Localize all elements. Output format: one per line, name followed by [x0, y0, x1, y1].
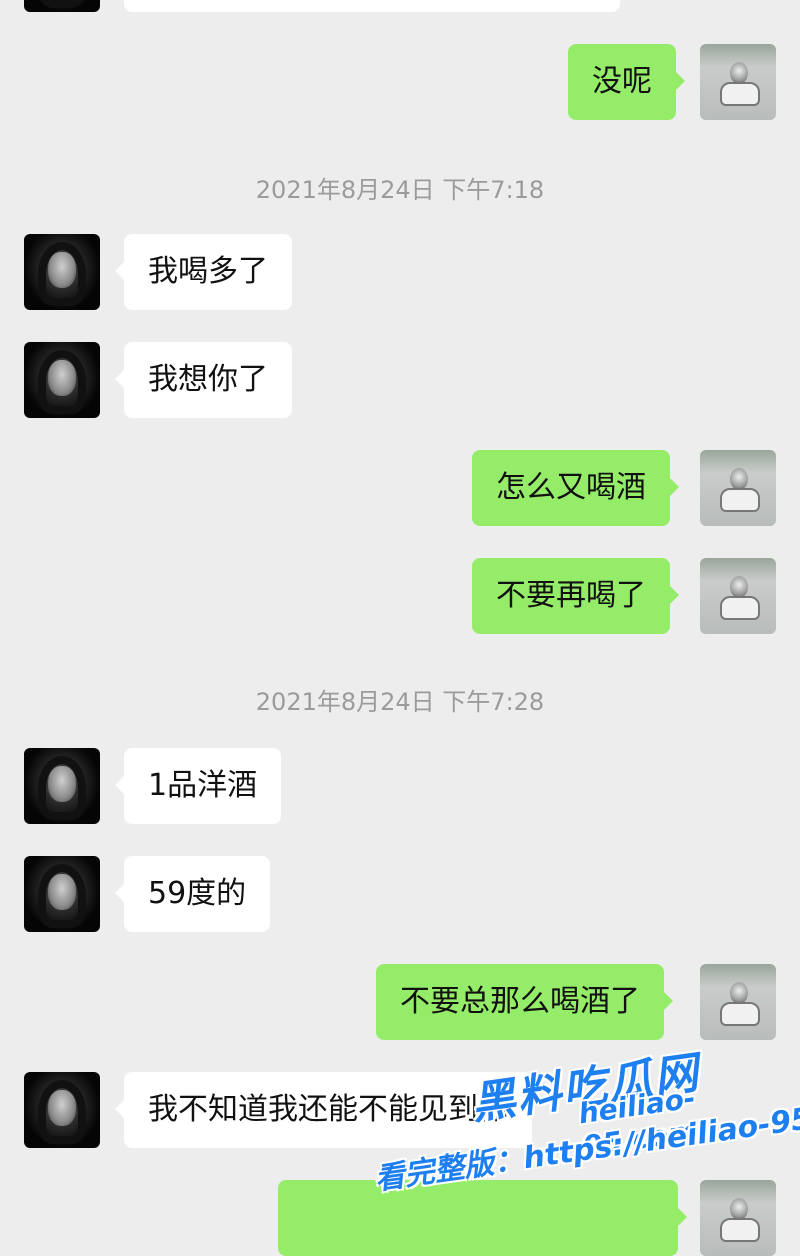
avatar-kid — [730, 576, 748, 598]
message-bubble-outgoing[interactable]: 不要总那么喝酒了 — [376, 964, 673, 1040]
avatar-face — [48, 360, 76, 396]
message-text: 我想你了 — [148, 362, 268, 397]
avatar-car — [720, 82, 760, 106]
my-avatar[interactable] — [700, 1180, 776, 1256]
my-avatar[interactable] — [700, 964, 776, 1040]
avatar-kid — [730, 982, 748, 1004]
contact-avatar[interactable] — [24, 748, 100, 824]
avatar-kid — [730, 468, 748, 490]
message-text: 不要总那么喝酒了 — [400, 984, 640, 1019]
message-text: 1品洋酒 — [148, 768, 258, 803]
my-avatar[interactable] — [700, 558, 776, 634]
message-text: 怎么又喝酒 — [496, 470, 646, 505]
timestamp: 2021年8月24日 下午7:18 — [255, 176, 545, 204]
message-text: 不要再喝了 — [496, 578, 646, 613]
avatar-car — [720, 1002, 760, 1026]
contact-avatar[interactable] — [24, 0, 100, 12]
avatar-car — [720, 1218, 760, 1242]
contact-avatar[interactable] — [24, 234, 100, 310]
contact-avatar[interactable] — [24, 342, 100, 418]
my-avatar[interactable] — [700, 450, 776, 526]
avatar-hair — [38, 0, 86, 8]
avatar-car — [720, 596, 760, 620]
message-bubble-incoming[interactable]: 我喝多了 — [115, 234, 292, 310]
avatar-face — [48, 766, 76, 802]
avatar-kid — [730, 1198, 748, 1220]
message-bubble-incoming[interactable]: 59度的 — [114, 856, 271, 932]
message-bubble-outgoing[interactable]: 没呢 — [568, 44, 685, 120]
message-text: 59度的 — [148, 876, 247, 911]
message-bubble-incoming[interactable]: 我想你了 — [115, 342, 292, 418]
message-bubble-cropped[interactable] — [278, 1180, 687, 1256]
message-bubble-incoming[interactable]: 1品洋酒 — [114, 748, 282, 824]
message-bubble-outgoing[interactable]: 怎么又喝酒 — [472, 450, 679, 526]
contact-avatar[interactable] — [24, 856, 100, 932]
avatar-car — [720, 488, 760, 512]
my-avatar[interactable] — [700, 44, 776, 120]
timestamp: 2021年8月24日 下午7:28 — [255, 688, 545, 716]
message-bubble-cropped[interactable] — [124, 0, 620, 12]
message-text: 没呢 — [592, 64, 652, 99]
message-text: 我不知道我还能不能见到你 — [148, 1092, 508, 1127]
avatar-face — [48, 874, 76, 910]
avatar-kid — [730, 62, 748, 84]
message-text: 我喝多了 — [148, 254, 268, 289]
avatar-face — [48, 1090, 76, 1126]
message-bubble-outgoing[interactable]: 不要再喝了 — [472, 558, 679, 634]
contact-avatar[interactable] — [24, 1072, 100, 1148]
avatar-face — [48, 252, 76, 288]
